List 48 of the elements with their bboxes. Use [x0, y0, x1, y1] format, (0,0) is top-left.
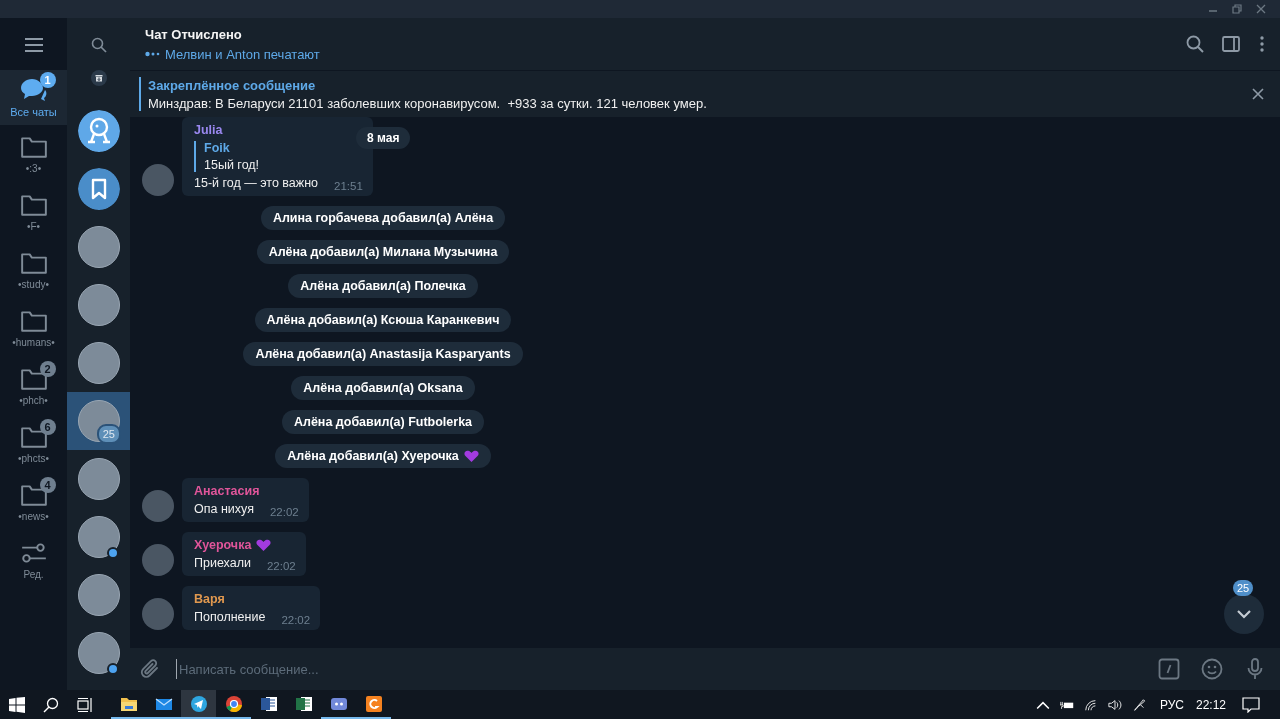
pinned-message-bar[interactable]: Закреплённое сообщение Минздрав: В Беларуси 21101 заболевших коронавирусом. +933 за сутки. 121 человек умер.	[130, 70, 1280, 117]
message-text: 15-й год — это важно	[194, 176, 318, 190]
message-input-bar[interactable]: Написать сообщение...	[130, 648, 1280, 690]
message-input[interactable]: Написать сообщение...	[176, 659, 1137, 679]
sender-name: Хуерочка	[194, 538, 252, 552]
unread-badge: 25	[1233, 580, 1254, 596]
unread-badge: 4	[39, 476, 56, 493]
keyboard-language[interactable]: РУС	[1159, 697, 1184, 712]
pinned-title: Закреплённое сообщение	[148, 77, 317, 93]
message-time: 21:51	[334, 180, 363, 192]
service-message: Алёна добавил(а) Ксюша Каранкевич	[254, 308, 512, 332]
service-message: Алёна добавил(а) Anastasija Kasparyants	[243, 342, 523, 366]
reply-author: Foik	[204, 141, 231, 155]
service-message: Алина горбачева добавил(а) Алёна	[260, 206, 506, 230]
chat-title: Чат Отчислено	[145, 26, 243, 42]
folder-tab[interactable]: 1 Все чаты	[0, 70, 67, 125]
folder-tab[interactable]: •study•	[0, 241, 67, 299]
typing-status: Мелвин и Anton печатают	[165, 46, 320, 62]
message-time: 22:02	[281, 614, 311, 626]
service-message: Алёна добавил(а) Милана Музычина	[256, 240, 510, 264]
folder-tab[interactable]: 4 •news•	[0, 473, 67, 531]
folder-tab[interactable]: 2 •phch•	[0, 357, 67, 415]
service-message: Алёна добавил(а) Futbolerka	[281, 410, 485, 434]
chat-item[interactable]: 25	[67, 392, 130, 450]
folder-tab[interactable]: •:3•	[0, 125, 67, 183]
service-message: Алёна добавил(а) Хуерочка	[275, 444, 491, 468]
message-text: Опа нихуя	[194, 502, 254, 516]
service-message: Алёна добавил(а) Полечка	[288, 274, 478, 298]
sender-name: Анастасия	[194, 484, 260, 498]
folder-tab[interactable]: 6 •phcts•	[0, 415, 67, 473]
date-badge: 8 мая	[356, 127, 411, 149]
sender-name: Варя	[194, 592, 225, 606]
reply-quote[interactable]: Foik 15ый год!	[194, 141, 363, 172]
unread-badge: 2	[39, 360, 56, 377]
service-message: Алёна добавил(а) Oksana	[291, 376, 475, 400]
unread-badge: 1	[39, 71, 56, 88]
folder-tab[interactable]: Ред.	[0, 531, 67, 589]
folder-tab[interactable]: •F•	[0, 183, 67, 241]
unread-badge: 6	[39, 418, 56, 435]
pinned-text: Минздрав: В Беларуси 21101 заболевших коронавирусом. +933 за сутки. 121 человек умер.	[148, 95, 708, 111]
message-text: Пополнение	[194, 610, 266, 624]
reply-text: 15ый год!	[204, 158, 261, 172]
message-time: 22:02	[269, 506, 299, 518]
folder-tab[interactable]: •humans•	[0, 299, 67, 357]
clock-time[interactable]: 22:12	[1195, 697, 1226, 712]
message-time: 22:02	[266, 560, 296, 572]
sender-name: Julia	[194, 123, 223, 137]
message-text: Приехали	[194, 556, 251, 570]
